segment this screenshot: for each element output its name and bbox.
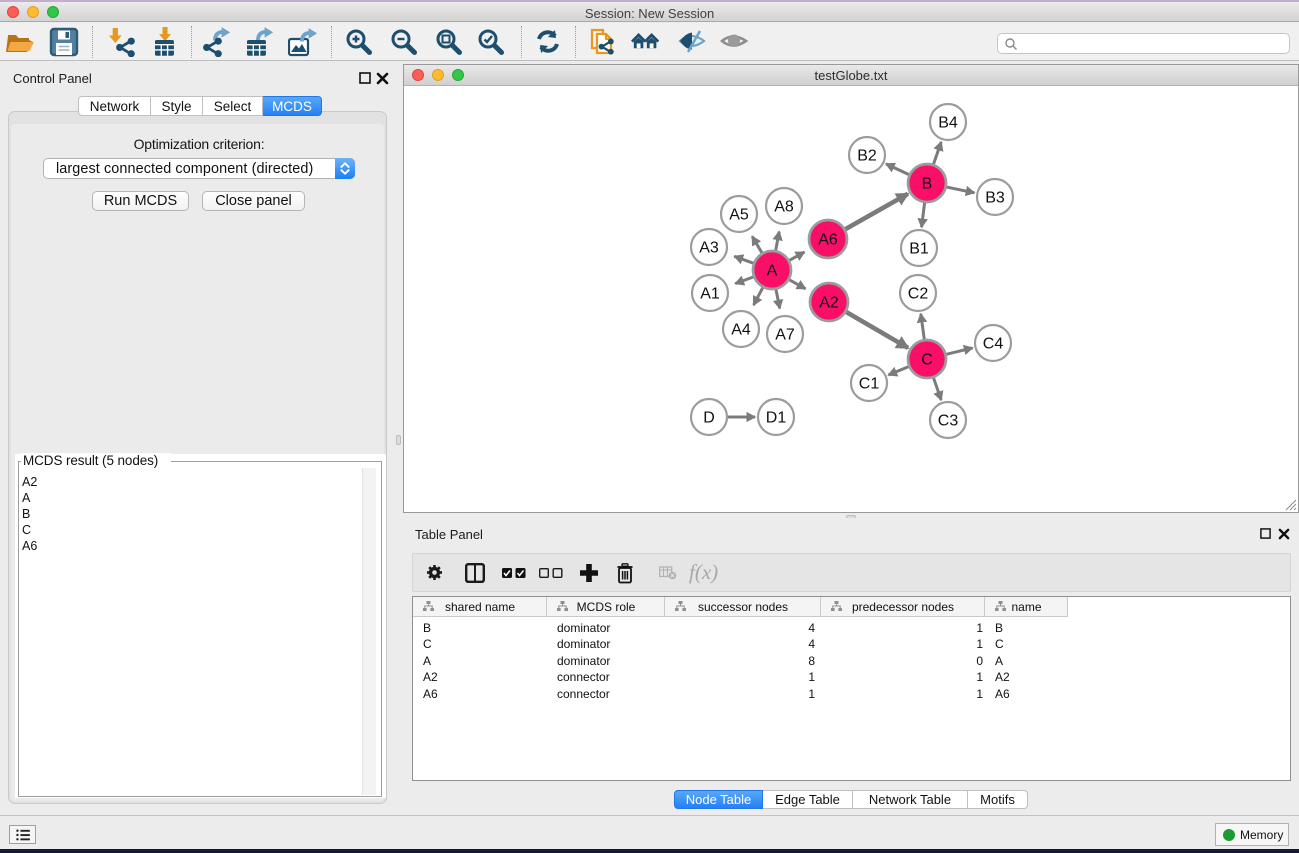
svg-text:C3: C3 bbox=[938, 413, 959, 430]
svg-text:A5: A5 bbox=[729, 207, 749, 224]
svg-text:B1: B1 bbox=[909, 241, 929, 258]
svg-text:A6: A6 bbox=[818, 232, 838, 249]
svg-text:A7: A7 bbox=[775, 327, 795, 344]
svg-text:C: C bbox=[921, 352, 933, 369]
svg-text:C1: C1 bbox=[859, 376, 880, 393]
svg-text:B4: B4 bbox=[938, 115, 958, 132]
svg-text:A3: A3 bbox=[699, 240, 719, 257]
svg-text:A: A bbox=[767, 263, 778, 280]
svg-text:C2: C2 bbox=[908, 286, 929, 303]
svg-text:A8: A8 bbox=[774, 199, 794, 216]
svg-text:B3: B3 bbox=[985, 190, 1005, 207]
svg-text:A1: A1 bbox=[700, 286, 720, 303]
svg-text:B2: B2 bbox=[857, 148, 877, 165]
svg-text:D1: D1 bbox=[766, 410, 787, 427]
svg-text:A2: A2 bbox=[819, 295, 839, 312]
svg-text:D: D bbox=[703, 410, 715, 427]
svg-text:A4: A4 bbox=[731, 322, 751, 339]
svg-text:C4: C4 bbox=[983, 336, 1004, 353]
svg-text:B: B bbox=[922, 176, 933, 193]
